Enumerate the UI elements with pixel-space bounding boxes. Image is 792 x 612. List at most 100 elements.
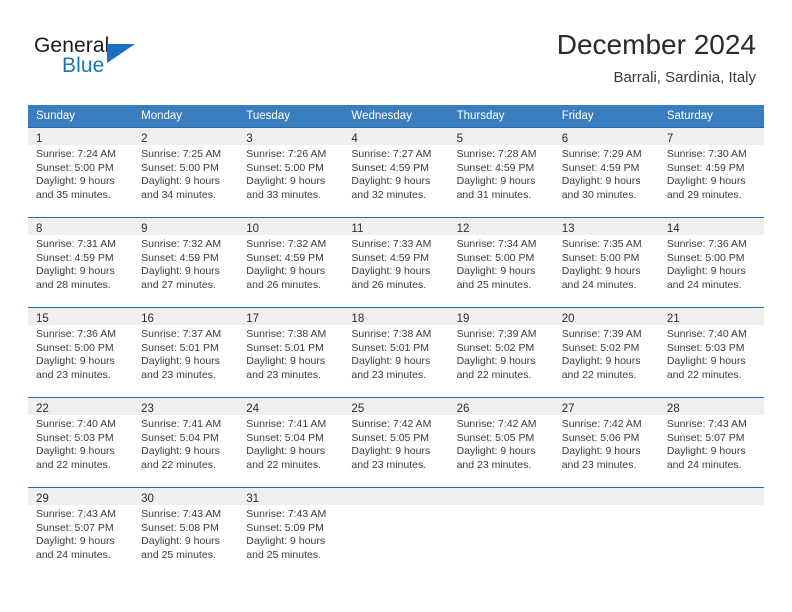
day-details: Sunrise: 7:38 AM Sunset: 5:01 PM Daylight:… — [238, 325, 343, 382]
sunrise-text: Sunrise: 7:24 AM — [36, 148, 116, 160]
sunset-text: Sunset: 4:59 PM — [141, 251, 219, 264]
sunset-text: Sunset: 5:05 PM — [456, 431, 535, 444]
sunrise-text: Sunrise: 7:30 AM — [666, 148, 747, 160]
brand-logo[interactable]: General Blue — [34, 34, 214, 84]
calendar-day-cell[interactable] — [448, 487, 554, 578]
day-number-strip: 26 — [448, 398, 554, 415]
daylight-text-line2: and 22 minutes. — [246, 458, 321, 471]
day-cell-content: 28 Sunrise: 7:43 AM Sunset: 5:07 PM Dayligh… — [658, 398, 764, 486]
sunrise-text: Sunrise: 7:38 AM — [246, 328, 327, 340]
sunset-text: Sunset: 4:59 PM — [351, 161, 430, 174]
day-number: 7 — [666, 133, 674, 145]
day-number: 2 — [141, 133, 148, 145]
calendar-day-cell[interactable] — [553, 487, 659, 578]
calendar-week-row: 22 Sunrise: 7:40 AM Sunset: 5:03 PM Dayligh… — [28, 397, 764, 488]
day-number-strip: 25 — [343, 398, 449, 415]
day-number-strip: 16 — [133, 308, 239, 325]
day-cell-content: 19 Sunrise: 7:39 AM Sunset: 5:02 PM Dayligh… — [448, 308, 554, 396]
sunrise-text: Sunrise: 7:40 AM — [666, 328, 747, 340]
calendar-day-cell[interactable]: 29 Sunrise: 7:43 AM Sunset: 5:07 PM Dayligh… — [28, 487, 134, 578]
day-number: 21 — [666, 313, 680, 325]
sunrise-text: Sunrise: 7:42 AM — [456, 418, 537, 430]
sunrise-text: Sunrise: 7:36 AM — [36, 328, 116, 340]
calendar-day-cell[interactable]: 2 Sunrise: 7:25 AM Sunset: 5:00 PM Daylight… — [133, 127, 239, 218]
daylight-text-line1: Daylight: 9 hours — [351, 265, 431, 278]
weekday-header-friday: Friday — [553, 105, 659, 128]
day-number: 15 — [36, 313, 49, 325]
calendar-day-cell[interactable]: 28 Sunrise: 7:43 AM Sunset: 5:07 PM Dayligh… — [658, 397, 764, 488]
calendar-day-cell[interactable]: 4 Sunrise: 7:27 AM Sunset: 4:59 PM Daylight… — [343, 127, 449, 218]
calendar-day-cell[interactable]: 25 Sunrise: 7:42 AM Sunset: 5:05 PM Dayligh… — [343, 397, 449, 488]
daylight-text-line1: Daylight: 9 hours — [141, 175, 220, 188]
day-cell-content: 30 Sunrise: 7:43 AM Sunset: 5:08 PM Dayligh… — [133, 488, 239, 576]
day-number-strip: 23 — [133, 398, 239, 415]
day-cell-content: 15 Sunrise: 7:36 AM Sunset: 5:00 PM Dayligh… — [28, 308, 134, 396]
daylight-text-line1: Daylight: 9 hours — [141, 265, 220, 278]
calendar-day-cell[interactable]: 24 Sunrise: 7:41 AM Sunset: 5:04 PM Dayligh… — [238, 397, 344, 488]
brand-name-blue: Blue — [62, 54, 105, 77]
day-details: Sunrise: 7:43 AM Sunset: 5:07 PM Daylight:… — [659, 415, 764, 472]
calendar-day-cell[interactable]: 21 Sunrise: 7:40 AM Sunset: 5:03 PM Dayligh… — [658, 307, 764, 398]
day-number-strip: 22 — [28, 398, 134, 415]
calendar-day-cell[interactable]: 19 Sunrise: 7:39 AM Sunset: 5:02 PM Dayligh… — [448, 307, 554, 398]
sunset-text: Sunset: 4:59 PM — [246, 251, 324, 264]
day-details: Sunrise: 7:41 AM Sunset: 5:04 PM Daylight:… — [238, 415, 343, 472]
day-cell-content: 16 Sunrise: 7:37 AM Sunset: 5:01 PM Dayligh… — [133, 308, 239, 396]
day-cell-content: 3 Sunrise: 7:26 AM Sunset: 5:00 PM Daylight… — [238, 128, 344, 216]
calendar-day-cell[interactable]: 23 Sunrise: 7:41 AM Sunset: 5:04 PM Dayligh… — [133, 397, 239, 488]
calendar-day-cell[interactable]: 13 Sunrise: 7:35 AM Sunset: 5:00 PM Dayligh… — [553, 217, 659, 308]
day-number-strip: 20 — [553, 308, 659, 325]
day-number: 1 — [36, 133, 43, 145]
calendar-day-cell[interactable]: 17 Sunrise: 7:38 AM Sunset: 5:01 PM Dayligh… — [238, 307, 344, 398]
day-number: 17 — [246, 313, 260, 325]
day-number-strip: 6 — [553, 128, 659, 145]
sunset-text: Sunset: 4:59 PM — [351, 251, 430, 264]
calendar-day-cell[interactable]: 27 Sunrise: 7:42 AM Sunset: 5:06 PM Dayligh… — [553, 397, 659, 488]
sunrise-text: Sunrise: 7:41 AM — [246, 418, 327, 430]
sunrise-text: Sunrise: 7:26 AM — [246, 148, 327, 160]
calendar-day-cell[interactable]: 7 Sunrise: 7:30 AM Sunset: 4:59 PM Daylight… — [658, 127, 764, 218]
daylight-text-line1: Daylight: 9 hours — [141, 355, 220, 368]
page-header: General Blue December 2024 Barrali, Sard… — [0, 0, 792, 100]
day-cell-content: 8 Sunrise: 7:31 AM Sunset: 4:59 PM Daylight… — [28, 218, 134, 306]
daylight-text-line2: and 23 minutes. — [561, 458, 637, 471]
calendar-day-cell[interactable]: 26 Sunrise: 7:42 AM Sunset: 5:05 PM Dayligh… — [448, 397, 554, 488]
calendar-day-cell[interactable]: 15 Sunrise: 7:36 AM Sunset: 5:00 PM Dayligh… — [28, 307, 134, 398]
calendar-day-cell[interactable]: 5 Sunrise: 7:28 AM Sunset: 4:59 PM Daylight… — [448, 127, 554, 218]
calendar-day-cell[interactable]: 10 Sunrise: 7:32 AM Sunset: 4:59 PM Dayligh… — [238, 217, 344, 308]
calendar-day-cell[interactable]: 18 Sunrise: 7:38 AM Sunset: 5:01 PM Dayligh… — [343, 307, 449, 398]
daylight-text-line1: Daylight: 9 hours — [456, 355, 536, 368]
daylight-text-line1: Daylight: 9 hours — [36, 445, 115, 458]
sunset-text: Sunset: 5:08 PM — [141, 521, 219, 534]
calendar-week-row: 1 Sunrise: 7:24 AM Sunset: 5:00 PM Daylight… — [28, 127, 764, 218]
calendar-day-cell[interactable]: 9 Sunrise: 7:32 AM Sunset: 4:59 PM Daylight… — [133, 217, 239, 308]
day-details: Sunrise: 7:28 AM Sunset: 4:59 PM Daylight:… — [449, 145, 554, 202]
day-cell-content: 31 Sunrise: 7:43 AM Sunset: 5:09 PM Dayligh… — [238, 488, 344, 576]
calendar-day-cell[interactable]: 14 Sunrise: 7:36 AM Sunset: 5:00 PM Dayligh… — [658, 217, 764, 308]
calendar-day-cell[interactable]: 20 Sunrise: 7:39 AM Sunset: 5:02 PM Dayligh… — [553, 307, 659, 398]
calendar-day-cell[interactable]: 16 Sunrise: 7:37 AM Sunset: 5:01 PM Dayligh… — [133, 307, 239, 398]
sunrise-text: Sunrise: 7:41 AM — [141, 418, 222, 430]
day-number-strip: 5 — [448, 128, 554, 145]
day-details — [554, 505, 659, 508]
day-details: Sunrise: 7:42 AM Sunset: 5:05 PM Daylight:… — [343, 415, 448, 472]
calendar-day-cell[interactable]: 11 Sunrise: 7:33 AM Sunset: 4:59 PM Dayligh… — [343, 217, 449, 308]
sunrise-text: Sunrise: 7:40 AM — [36, 418, 116, 430]
calendar-day-cell[interactable]: 6 Sunrise: 7:29 AM Sunset: 4:59 PM Daylight… — [553, 127, 659, 218]
day-number-strip: 2 — [133, 128, 239, 145]
calendar-day-cell[interactable]: 12 Sunrise: 7:34 AM Sunset: 5:00 PM Dayligh… — [448, 217, 554, 308]
calendar-day-cell[interactable] — [658, 487, 764, 578]
calendar-day-cell[interactable]: 30 Sunrise: 7:43 AM Sunset: 5:08 PM Dayligh… — [133, 487, 239, 578]
day-number-strip: 10 — [238, 218, 344, 235]
calendar-day-cell[interactable]: 3 Sunrise: 7:26 AM Sunset: 5:00 PM Daylight… — [238, 127, 344, 218]
calendar-day-cell[interactable]: 1 Sunrise: 7:24 AM Sunset: 5:00 PM Daylight… — [28, 127, 134, 218]
daylight-text-line2: and 24 minutes. — [666, 458, 742, 471]
calendar-day-cell[interactable] — [343, 487, 449, 578]
day-cell-content: 23 Sunrise: 7:41 AM Sunset: 5:04 PM Dayligh… — [133, 398, 239, 486]
day-number: 11 — [351, 223, 364, 235]
page-title: December 2024 — [556, 29, 756, 60]
calendar-day-cell[interactable]: 22 Sunrise: 7:40 AM Sunset: 5:03 PM Dayligh… — [28, 397, 134, 488]
calendar-day-cell[interactable]: 8 Sunrise: 7:31 AM Sunset: 4:59 PM Daylight… — [28, 217, 134, 308]
day-details: Sunrise: 7:40 AM Sunset: 5:03 PM Daylight:… — [659, 325, 764, 382]
calendar-day-cell[interactable]: 31 Sunrise: 7:43 AM Sunset: 5:09 PM Dayligh… — [238, 487, 344, 578]
